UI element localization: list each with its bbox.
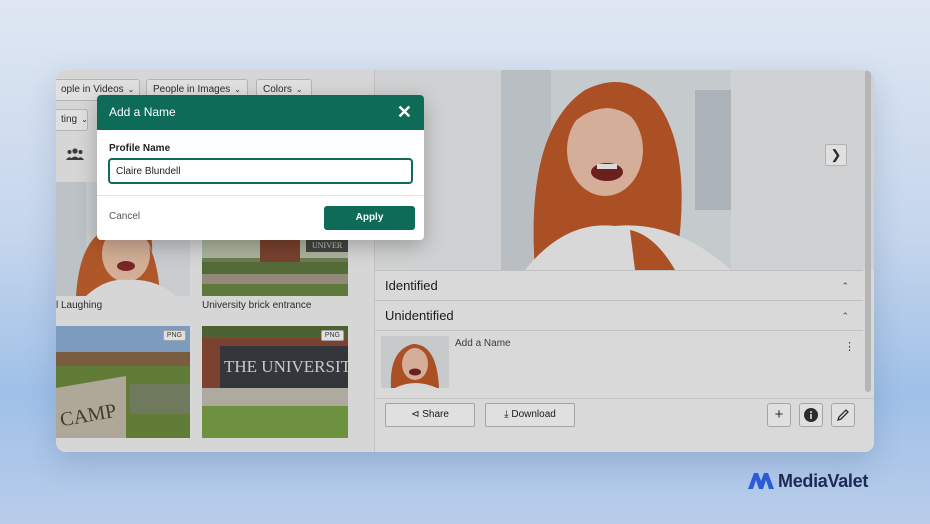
file-type-badge: PNG [162,330,186,341]
dialog-title: Add a Name [109,105,176,119]
profile-name-input[interactable] [108,158,413,184]
file-type-badge: PNG [320,330,344,341]
plus-icon: + [774,406,784,423]
asset-thumbnail[interactable]: THE UNIVERSIT PNG [202,326,348,438]
apply-button[interactable]: Apply [324,206,415,230]
asset-preview [375,70,874,270]
brick-entrance-image: UNIVER [202,238,348,296]
download-icon: ⤓ [504,409,509,420]
add-name-dialog: Add a Name ✕ Profile Name Cancel Apply [97,95,424,240]
filter-label: ople in Videos [61,84,124,95]
scrollbar[interactable] [865,70,871,392]
pencil-icon [836,409,849,422]
face-name-label: Add a Name [455,338,511,349]
share-label: Share [422,409,449,420]
close-icon[interactable]: ✕ [397,95,412,130]
more-options-icon[interactable]: ⋮ [844,340,855,353]
university-sign-image: THE UNIVERSIT [202,326,348,438]
filter-label: Colors [263,84,292,95]
filter-label: People in Images [153,84,231,95]
unidentified-section-header[interactable]: Unidentified ⌃ [375,300,863,330]
add-button[interactable]: + [767,403,791,427]
chevron-down-icon: ⌄ [127,85,135,94]
asset-thumbnail[interactable]: UNIVER [202,238,348,296]
brand-logo: MediaValet [748,470,868,492]
woman-laughing-preview-image [375,70,874,270]
share-button[interactable]: ⊲ Share [385,403,475,427]
brand-name: MediaValet [778,470,869,491]
chevron-up-icon: ⌃ [841,311,849,321]
share-icon: ⊲ [411,409,420,420]
divider [97,195,424,196]
svg-text:THE UNIVERSIT: THE UNIVERSIT [224,357,348,376]
next-asset-button[interactable]: ❯ [825,144,847,166]
face-thumbnail[interactable] [381,336,449,388]
campus-sign-image: CAMP [56,326,190,438]
chevron-right-icon: ❯ [830,147,842,162]
filter-label: ting [61,114,78,125]
svg-text:UNIVER: UNIVER [312,241,343,250]
chevron-down-icon: ⌄ [81,115,88,124]
unidentified-face-item[interactable]: Add a Name ⋮ [381,334,863,394]
cancel-button[interactable]: Cancel [109,211,140,222]
edit-button[interactable] [831,403,855,427]
download-label: Download [511,409,556,420]
divider [375,330,863,331]
chevron-down-icon: ⌄ [295,85,303,94]
section-title: Identified [385,278,438,293]
asset-thumbnail[interactable]: CAMP PNG [56,326,190,438]
info-button[interactable] [799,403,823,427]
filter-sorting[interactable]: ting ⌄ [56,109,88,131]
people-group-icon[interactable] [66,148,84,160]
download-button[interactable]: ⤓ Download [485,403,575,427]
mediavalet-logo-icon [748,473,774,489]
asset-caption: l Laughing [56,300,103,311]
info-icon [804,408,818,422]
profile-name-label: Profile Name [109,143,171,154]
chevron-down-icon: ⌄ [234,85,241,94]
asset-caption: University brick entrance [202,300,312,311]
identified-section-header[interactable]: Identified ⌃ [375,270,863,300]
section-title: Unidentified [385,308,454,323]
chevron-up-icon: ⌃ [841,281,849,291]
face-crop-image [381,336,449,388]
asset-detail-panel: ❯ Identified ⌃ Unidentified ⌃ Add a Name… [374,70,874,452]
dialog-header: Add a Name ✕ [97,95,424,130]
